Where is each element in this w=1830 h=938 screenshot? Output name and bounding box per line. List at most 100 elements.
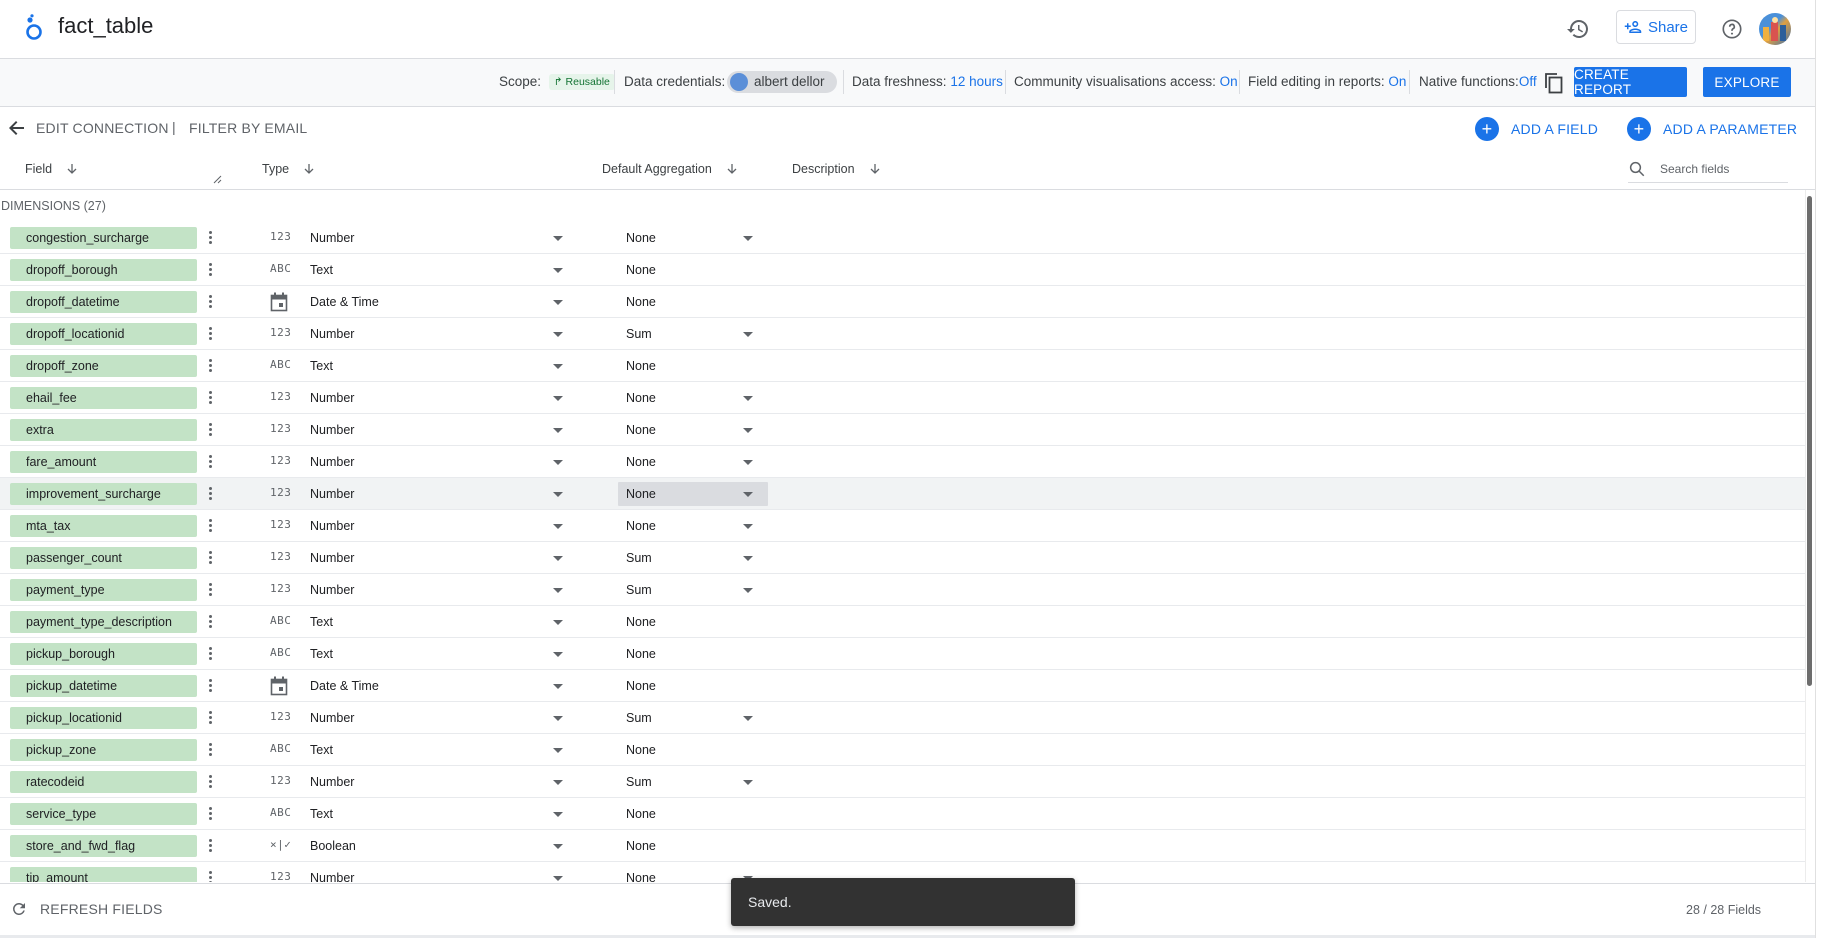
field-name-chip[interactable]: tip_amount	[10, 867, 197, 882]
field-name-chip[interactable]: ehail_fee	[10, 387, 197, 409]
aggregation-select[interactable]: Sum	[618, 770, 768, 794]
more-vert-icon[interactable]	[204, 453, 216, 471]
credentials-user-chip[interactable]: albert dellor	[727, 71, 837, 93]
more-vert-icon[interactable]	[204, 261, 216, 279]
field-name-chip[interactable]: service_type	[10, 803, 197, 825]
more-vert-icon[interactable]	[204, 773, 216, 791]
share-button[interactable]: Share	[1616, 10, 1696, 44]
field-name-chip[interactable]: ratecodeid	[10, 771, 197, 793]
back-arrow-icon[interactable]	[7, 118, 27, 138]
more-vert-icon[interactable]	[204, 389, 216, 407]
edit-connection-button[interactable]: EDIT CONNECTION	[36, 120, 169, 136]
type-select[interactable]: Number	[310, 766, 570, 797]
aggregation-select[interactable]: Sum	[618, 706, 768, 730]
aggregation-select[interactable]: None	[618, 482, 768, 506]
type-select[interactable]: Number	[310, 222, 570, 253]
more-vert-icon[interactable]	[204, 677, 216, 695]
more-vert-icon[interactable]	[204, 421, 216, 439]
aggregation-select[interactable]: None	[618, 418, 768, 442]
more-vert-icon[interactable]	[204, 229, 216, 247]
field-name-chip[interactable]: improvement_surcharge	[10, 483, 197, 505]
type-select[interactable]: Number	[310, 414, 570, 445]
type-select[interactable]: Text	[310, 606, 570, 637]
field-name-chip[interactable]: payment_type_description	[10, 611, 197, 633]
type-select[interactable]: Number	[310, 574, 570, 605]
refresh-fields-button[interactable]: REFRESH FIELDS	[10, 900, 163, 918]
field-name-chip[interactable]: dropoff_datetime	[10, 291, 197, 313]
column-header-aggregation[interactable]: Default Aggregation	[602, 162, 738, 176]
more-vert-icon[interactable]	[204, 709, 216, 727]
version-history-button[interactable]	[1562, 13, 1594, 45]
field-name-chip[interactable]: store_and_fwd_flag	[10, 835, 197, 857]
more-vert-icon[interactable]	[204, 645, 216, 663]
column-header-field[interactable]: Field	[25, 162, 78, 176]
copy-icon[interactable]	[1543, 71, 1565, 95]
type-select[interactable]: Text	[310, 254, 570, 285]
type-select[interactable]: Number	[310, 478, 570, 509]
more-vert-icon[interactable]	[204, 549, 216, 567]
aggregation-select[interactable]: None	[618, 226, 768, 250]
more-vert-icon[interactable]	[204, 357, 216, 375]
type-select[interactable]: Date & Time	[310, 670, 570, 701]
avatar[interactable]	[1759, 13, 1791, 45]
help-button[interactable]	[1716, 13, 1748, 45]
type-select[interactable]: Text	[310, 734, 570, 765]
type-select[interactable]: Text	[310, 350, 570, 381]
type-select[interactable]: Number	[310, 862, 570, 882]
type-select[interactable]: Number	[310, 510, 570, 541]
scrollbar-thumb[interactable]	[1807, 196, 1812, 686]
column-header-description[interactable]: Description	[792, 162, 881, 176]
field-name-chip[interactable]: congestion_surcharge	[10, 227, 197, 249]
more-vert-icon[interactable]	[204, 325, 216, 343]
community-link[interactable]: On	[1220, 74, 1238, 89]
field-name-chip[interactable]: dropoff_locationid	[10, 323, 197, 345]
search-input[interactable]	[1658, 158, 1787, 180]
scope-chip[interactable]: ↱ Reusable	[548, 74, 615, 90]
more-vert-icon[interactable]	[204, 613, 216, 631]
type-select[interactable]: Number	[310, 702, 570, 733]
field-name-chip[interactable]: fare_amount	[10, 451, 197, 473]
type-select[interactable]: Number	[310, 382, 570, 413]
type-select[interactable]: Number	[310, 542, 570, 573]
more-vert-icon[interactable]	[204, 485, 216, 503]
field-name-chip[interactable]: dropoff_borough	[10, 259, 197, 281]
resize-handle-icon[interactable]	[212, 174, 222, 184]
looker-studio-logo-icon[interactable]	[21, 14, 45, 42]
type-select[interactable]: Date & Time	[310, 286, 570, 317]
aggregation-select[interactable]: Sum	[618, 546, 768, 570]
type-select[interactable]: Boolean	[310, 830, 570, 861]
field-name-chip[interactable]: passenger_count	[10, 547, 197, 569]
field-name-chip[interactable]: extra	[10, 419, 197, 441]
type-select[interactable]: Text	[310, 798, 570, 829]
field-name-chip[interactable]: pickup_zone	[10, 739, 197, 761]
field-editing-link[interactable]: On	[1388, 74, 1406, 89]
freshness-link[interactable]: 12 hours	[950, 74, 1003, 89]
more-vert-icon[interactable]	[204, 293, 216, 311]
type-select[interactable]: Number	[310, 446, 570, 477]
aggregation-select[interactable]: None	[618, 386, 768, 410]
native-link[interactable]: Off	[1519, 74, 1537, 89]
aggregation-select[interactable]: Sum	[618, 322, 768, 346]
field-name-chip[interactable]: mta_tax	[10, 515, 197, 537]
more-vert-icon[interactable]	[204, 837, 216, 855]
more-vert-icon[interactable]	[204, 741, 216, 759]
add-field-button[interactable]: + ADD A FIELD	[1475, 117, 1598, 141]
more-vert-icon[interactable]	[204, 581, 216, 599]
explore-button[interactable]: EXPLORE	[1703, 67, 1791, 97]
aggregation-select[interactable]: None	[618, 514, 768, 538]
field-name-chip[interactable]: dropoff_zone	[10, 355, 197, 377]
more-vert-icon[interactable]	[204, 869, 216, 882]
field-name-chip[interactable]: pickup_borough	[10, 643, 197, 665]
field-name-chip[interactable]: pickup_locationid	[10, 707, 197, 729]
add-parameter-button[interactable]: + ADD A PARAMETER	[1627, 117, 1797, 141]
aggregation-select[interactable]: Sum	[618, 578, 768, 602]
more-vert-icon[interactable]	[204, 805, 216, 823]
type-select[interactable]: Number	[310, 318, 570, 349]
more-vert-icon[interactable]	[204, 517, 216, 535]
field-name-chip[interactable]: pickup_datetime	[10, 675, 197, 697]
column-header-type[interactable]: Type	[262, 162, 315, 176]
create-report-button[interactable]: CREATE REPORT	[1574, 67, 1687, 97]
type-select[interactable]: Text	[310, 638, 570, 669]
field-name-chip[interactable]: payment_type	[10, 579, 197, 601]
aggregation-select[interactable]: None	[618, 450, 768, 474]
